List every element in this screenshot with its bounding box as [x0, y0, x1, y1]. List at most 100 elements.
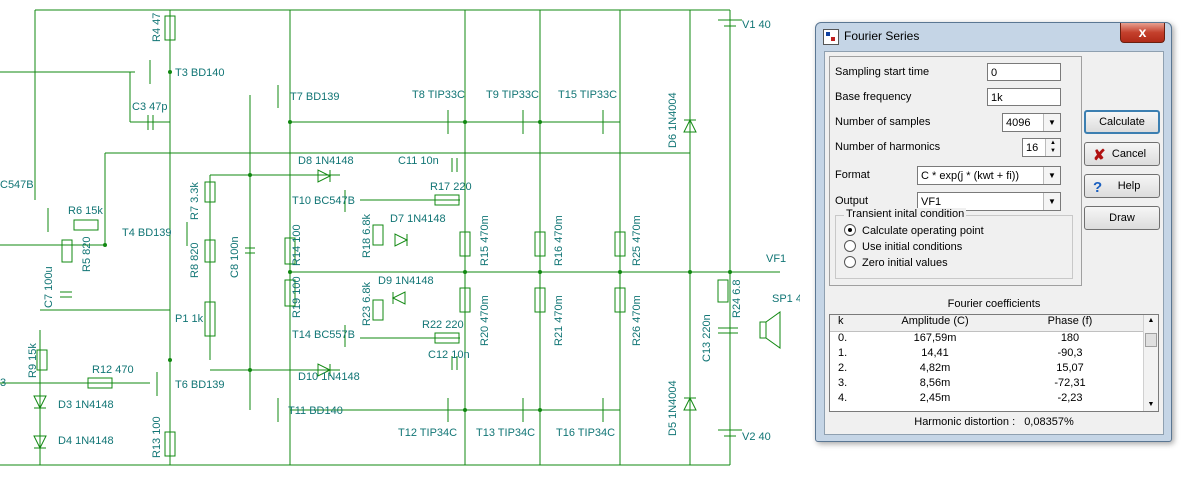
distortion-label: Harmonic distortion : — [914, 416, 1016, 428]
title-bar[interactable]: Fourier Series x — [816, 23, 1171, 49]
table-row[interactable]: 0. 167,59m 180 — [830, 332, 1144, 348]
label-r14: R14 100 — [291, 224, 303, 266]
label-t15: T15 TIP33C — [558, 89, 617, 101]
label-r12: R12 470 — [92, 364, 134, 376]
base-frequency-input[interactable]: 1k — [987, 88, 1061, 106]
table-row[interactable]: 1. 14,41 -90,3 — [830, 347, 1144, 363]
radio-label: Calculate operating point — [862, 225, 984, 237]
radio-calculate-operating-point[interactable]: Calculate operating point — [844, 224, 984, 237]
output-value: VF1 — [921, 196, 942, 208]
fourier-series-dialog: Fourier Series x Sampling start time 0 B… — [815, 22, 1172, 442]
chevron-down-icon[interactable]: ▼ — [1043, 114, 1060, 131]
table-row[interactable]: 2. 4,82m 15,07 — [830, 362, 1144, 378]
label-c3: C3 47p — [132, 101, 167, 113]
draw-button[interactable]: Draw — [1084, 206, 1160, 230]
label-t14: T14 BC557B — [292, 329, 355, 341]
cell-amplitude: 14,41 — [921, 347, 949, 359]
distortion-value: 0,08357% — [1024, 416, 1074, 428]
label-r9: R9 15k — [27, 343, 39, 378]
radio-selected-icon[interactable] — [844, 224, 856, 236]
label-t4: T4 BD139 — [122, 227, 172, 239]
label-c8: C8 100n — [229, 236, 241, 278]
label-d9: D9 1N4148 — [378, 275, 434, 287]
label-r4: R4 47 — [151, 13, 163, 42]
cancel-x-icon: ✘ — [1093, 147, 1106, 164]
label-c11: C11 10n — [398, 155, 439, 167]
label-sp1: SP1 4 — [772, 293, 800, 305]
label-d8: D8 1N4148 — [298, 155, 354, 167]
table-scrollbar[interactable]: ▲ ▼ — [1143, 315, 1158, 411]
label-r18: R18 6.8k — [361, 213, 373, 258]
scrollbar-thumb[interactable] — [1145, 333, 1157, 347]
cancel-button[interactable]: ✘ Cancel — [1084, 142, 1160, 166]
label-r13: R13 100 — [151, 416, 163, 458]
calculate-button[interactable]: Calculate — [1084, 110, 1160, 134]
cell-k: 1. — [838, 347, 848, 359]
label-d3: D3 1N4148 — [58, 399, 114, 411]
number-of-samples-select[interactable]: 4096 ▼ — [1002, 113, 1061, 132]
number-of-harmonics-stepper[interactable]: 16 ▲ ▼ — [1022, 138, 1061, 157]
coefficients-table[interactable]: k Amplitude (C) Phase (f) 0. 167,59m 180… — [829, 314, 1159, 412]
label-t6: T6 BD139 — [175, 379, 225, 391]
schematic-wires — [0, 9, 780, 466]
dialog-title: Fourier Series — [844, 29, 920, 43]
radio-icon[interactable] — [844, 240, 856, 252]
label-r20: R20 470m — [479, 295, 491, 346]
label-v1: V1 40 — [742, 19, 771, 31]
header-amplitude: Amplitude (C) — [901, 315, 969, 327]
cell-k: 4. — [838, 392, 848, 404]
label-v2: V2 40 — [742, 431, 771, 443]
radio-zero-initial-values[interactable]: Zero initial values — [844, 256, 948, 269]
label-d4: D4 1N4148 — [58, 435, 114, 447]
label-c7: C7 100u — [43, 266, 55, 308]
spin-arrows-icon[interactable]: ▲ ▼ — [1045, 139, 1060, 156]
format-value: C * exp(j * (kwt + fi)) — [921, 170, 1020, 182]
help-button-label: Help — [1117, 180, 1141, 192]
label-d6: D6 1N4004 — [667, 92, 679, 148]
table-row[interactable]: 4. 2,45m -2,23 — [830, 392, 1144, 408]
label-t16: T16 TIP34C — [556, 427, 615, 439]
radio-label: Use initial conditions — [862, 241, 963, 253]
label-t-left2: 3 — [0, 377, 6, 389]
speaker-symbol — [759, 311, 781, 349]
label-d10: D10 1N4148 — [298, 371, 360, 383]
label-r8: R8 820 — [189, 243, 201, 278]
label-c13: C13 220n — [701, 314, 713, 362]
radio-label: Zero initial values — [862, 257, 948, 269]
label-r21: R21 470m — [553, 295, 565, 346]
sampling-start-input[interactable]: 0 — [987, 63, 1061, 81]
chevron-down-icon[interactable]: ▼ — [1043, 167, 1060, 184]
label-d5: D5 1N4004 — [667, 380, 679, 436]
radio-use-initial-conditions[interactable]: Use initial conditions — [844, 240, 962, 253]
cell-k: 2. — [838, 362, 848, 374]
label-t-left: C547B — [0, 179, 34, 191]
help-button[interactable]: ? Help — [1084, 174, 1160, 198]
radio-icon[interactable] — [844, 256, 856, 268]
number-of-samples-label: Number of samples — [835, 116, 931, 128]
cell-amplitude: 2,45m — [919, 392, 951, 404]
chevron-down-icon[interactable]: ▼ — [1043, 193, 1060, 210]
format-select[interactable]: C * exp(j * (kwt + fi)) ▼ — [917, 166, 1061, 185]
parameters-panel: Sampling start time 0 Base frequency 1k … — [829, 56, 1082, 286]
cell-phase: -90,3 — [1057, 347, 1083, 359]
label-r15: R15 470m — [479, 215, 491, 266]
number-of-samples-value: 4096 — [1006, 117, 1031, 129]
format-label: Format — [835, 169, 870, 181]
output-label: Output — [835, 195, 869, 207]
scroll-up-icon[interactable]: ▲ — [1144, 315, 1158, 327]
label-r26: R26 470m — [631, 295, 643, 346]
header-k: k — [838, 315, 844, 327]
table-row[interactable]: 3. 8,56m -72,31 — [830, 377, 1144, 393]
label-c12: C12 10n — [428, 349, 470, 361]
label-vf1: VF1 — [766, 253, 786, 265]
number-of-harmonics-value: 16 — [1026, 142, 1039, 154]
table-header: k Amplitude (C) Phase (f) — [830, 315, 1144, 332]
cell-k: 3. — [838, 377, 848, 389]
label-r16: R16 470m — [553, 215, 565, 266]
cell-phase: -2,23 — [1057, 392, 1083, 404]
label-r19: R19 100 — [291, 276, 303, 318]
cell-phase: -72,31 — [1054, 377, 1086, 389]
close-button[interactable]: x — [1120, 23, 1165, 43]
label-t9: T9 TIP33C — [486, 89, 539, 101]
scroll-down-icon[interactable]: ▼ — [1144, 399, 1158, 411]
